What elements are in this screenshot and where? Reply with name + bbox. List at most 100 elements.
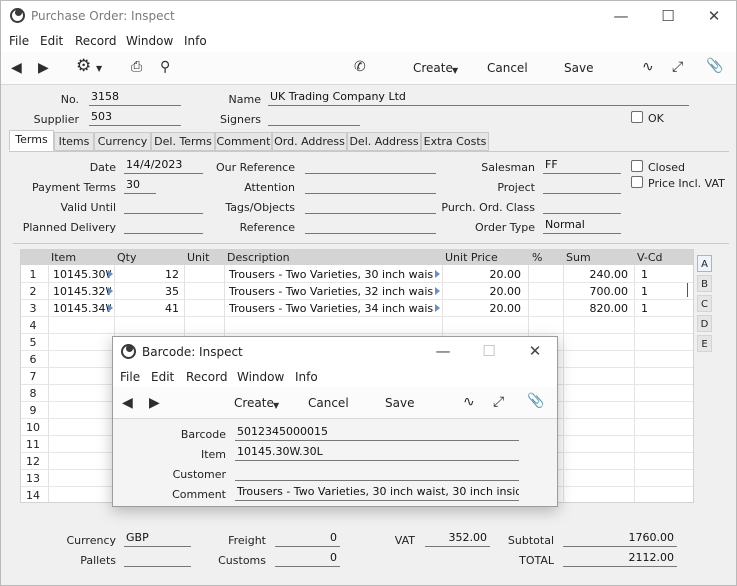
row-description[interactable]: Trousers - Two Varieties, 32 inch waist,… [229,285,433,298]
price-incl-vat-checkbox[interactable] [631,176,643,188]
col-qty[interactable]: Qty [117,251,136,264]
col-sum[interactable]: Sum [566,251,591,264]
row-sum[interactable]: 700.00 [566,285,629,298]
dialog-close-icon[interactable]: ✕ [525,342,545,360]
total-field[interactable]: 2112.00 [563,551,677,567]
side-tab-d[interactable]: D [697,315,712,332]
col-unit-price[interactable]: Unit Price [445,251,498,264]
menu-edit[interactable]: Edit [40,34,63,48]
row-sum[interactable]: 240.00 [566,268,629,281]
row-unit-price[interactable]: 20.00 [445,285,522,298]
col-percent[interactable]: % [532,251,542,264]
tab-items[interactable]: Items [54,132,94,151]
dialog-previous-icon[interactable]: ◀ [122,396,133,410]
row-qty[interactable]: 12 [117,268,179,281]
our-reference-field[interactable] [305,158,436,174]
gear-icon[interactable]: ⚙ [76,58,91,75]
col-item[interactable]: Item [51,251,76,264]
dialog-menu-edit[interactable]: Edit [151,370,174,384]
menu-window[interactable]: Window [126,34,173,48]
maximize-icon[interactable]: ☐ [658,7,678,25]
no-field[interactable]: 3158 [89,90,181,106]
print-icon[interactable]: ⎙ [131,60,142,74]
description-arrow-icon[interactable] [435,270,440,278]
dialog-menu-record[interactable]: Record [186,370,227,384]
row-qty[interactable]: 35 [117,285,179,298]
tab-del-terms[interactable]: Del. Terms [151,132,215,151]
item-link-arrow-icon[interactable] [108,304,113,312]
save-button[interactable]: Save [564,61,593,75]
currency-field[interactable]: GBP [124,531,191,547]
tags-objects-field[interactable] [305,198,436,214]
name-field[interactable]: UK Trading Company Ltd [268,90,689,106]
row-qty[interactable]: 41 [117,302,179,315]
dialog-menu-info[interactable]: Info [295,370,318,384]
cancel-button[interactable]: Cancel [487,61,528,75]
row-sum[interactable]: 820.00 [566,302,629,315]
side-tab-a[interactable]: A [697,255,712,272]
customer-field[interactable] [235,465,519,481]
close-icon[interactable]: ✕ [704,7,724,25]
item-field[interactable]: 10145.30W.30L [235,445,519,461]
phone-icon[interactable]: ✆ [354,60,366,74]
barcode-field[interactable]: 5012345000015 [235,425,519,441]
tab-comment[interactable]: Comment [215,132,272,151]
dialog-menu-window[interactable]: Window [237,370,284,384]
salesman-field[interactable]: FF [543,158,621,174]
description-arrow-icon[interactable] [435,304,440,312]
row-unit-price[interactable]: 20.00 [445,302,522,315]
purch-ord-class-field[interactable] [543,198,621,214]
attachment-icon[interactable]: 📎 [706,59,723,73]
grid-scroll-indicator[interactable] [687,283,688,297]
minimize-icon[interactable]: — [611,7,631,25]
dialog-expand-icon[interactable]: ⤢ [493,395,504,409]
reference-field[interactable] [305,218,436,234]
attention-field[interactable] [305,178,436,194]
menu-info[interactable]: Info [184,34,207,48]
freight-field[interactable]: 0 [275,531,340,547]
date-field[interactable]: 14/4/2023 [124,158,203,174]
chevron-down-icon[interactable]: ▼ [96,62,102,76]
menu-file[interactable]: File [9,34,29,48]
print-preview-icon[interactable]: ⚲ [160,60,170,74]
create-dropdown-icon[interactable]: ▼ [452,64,458,78]
side-tab-c[interactable]: C [697,295,712,312]
dialog-next-icon[interactable]: ▶ [149,396,160,410]
expand-icon[interactable]: ⤢ [672,60,683,74]
dialog-maximize-icon[interactable]: ☐ [479,342,499,360]
subtotal-field[interactable]: 1760.00 [563,531,677,547]
dialog-menu-file[interactable]: File [120,370,140,384]
dialog-minimize-icon[interactable]: — [433,342,453,360]
next-record-icon[interactable]: ▶ [38,61,49,75]
row-item[interactable]: 10145.34W [53,302,111,315]
order-type-field[interactable]: Normal [543,218,621,234]
menu-record[interactable]: Record [75,34,116,48]
tab-ord-address[interactable]: Ord. Address [272,132,347,151]
comment-field[interactable]: Trousers - Two Varieties, 30 inch waist,… [235,485,519,501]
item-link-arrow-icon[interactable] [108,270,113,278]
create-button[interactable]: Create [413,61,453,75]
previous-record-icon[interactable]: ◀ [11,61,22,75]
col-description[interactable]: Description [227,251,290,264]
row-item[interactable]: 10145.30W [53,268,111,281]
signers-field[interactable] [268,110,360,126]
row-description[interactable]: Trousers - Two Varieties, 30 inch waist,… [229,268,433,281]
dialog-cancel-button[interactable]: Cancel [308,396,349,410]
col-vcd[interactable]: V-Cd [637,251,663,264]
dialog-activity-icon[interactable]: ∿ [463,395,475,409]
activity-icon[interactable]: ∿ [642,60,654,74]
col-unit[interactable]: Unit [187,251,209,264]
ok-checkbox[interactable] [631,111,643,123]
tab-terms[interactable]: Terms [9,130,54,151]
planned-delivery-field[interactable] [124,218,203,234]
row-vcd[interactable]: 1 [641,268,681,281]
vat-field[interactable]: 352.00 [425,531,490,547]
row-vcd[interactable]: 1 [641,285,681,298]
item-link-arrow-icon[interactable] [108,287,113,295]
dialog-save-button[interactable]: Save [385,396,414,410]
pallets-field[interactable] [124,551,191,567]
row-vcd[interactable]: 1 [641,302,681,315]
dialog-create-button[interactable]: Create [234,396,274,410]
valid-until-field[interactable] [124,198,203,214]
closed-checkbox[interactable] [631,160,643,172]
